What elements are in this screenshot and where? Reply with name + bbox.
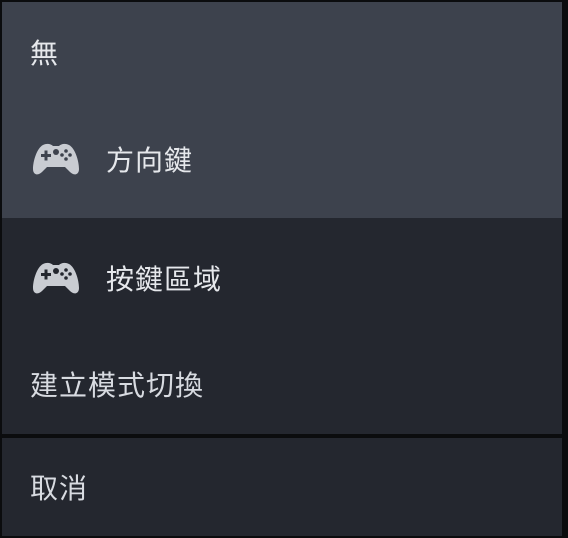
menu-item-label: 無	[30, 37, 60, 70]
menu-item-label: 按鍵區域	[106, 263, 223, 296]
menu-item-none[interactable]: 無	[2, 2, 562, 102]
cancel-label: 取消	[30, 472, 89, 505]
controller-mode-menu: 無 方向鍵 按鍵區域 建立模式切換 取消	[2, 2, 562, 536]
gamepad-icon	[30, 260, 82, 296]
menu-item-label: 建立模式切換	[30, 369, 205, 402]
menu-item-dpad[interactable]: 方向鍵	[2, 106, 562, 212]
menu-item-label: 方向鍵	[106, 144, 194, 177]
gamepad-icon	[30, 141, 82, 177]
menu-item-create-mode-switch[interactable]: 建立模式切換	[2, 334, 562, 434]
menu-item-button-area[interactable]: 按鍵區域	[2, 226, 562, 330]
cancel-button[interactable]: 取消	[2, 438, 562, 536]
